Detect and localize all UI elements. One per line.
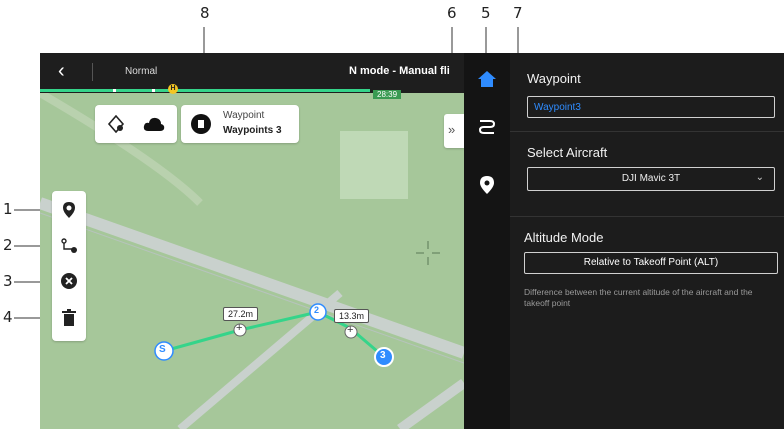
altitude-section-title: Altitude Mode [524,230,604,245]
app-screen: S 2 3 + + 27.2m 13.3m Waypoint Waypoints… [40,53,784,429]
callout-2: 2 [3,236,13,254]
callout-5: 5 [481,4,491,22]
chevron-left-icon[interactable]: ‹ [58,60,65,83]
expand-panel-button[interactable]: » [444,114,464,148]
segment1-distance: 27.2m [223,307,259,321]
double-chevron-right-icon: » [448,122,456,137]
battery-progress-fill [40,89,370,92]
aircraft-select-value: DJI Mavic 3T [621,173,681,184]
segment2-add-icon[interactable]: + [347,324,353,336]
chevron-down-icon: ⌄ [755,172,764,183]
flight-timer: 28:39 [373,90,402,99]
flight-mode-title: N mode - Manual fli [349,65,450,77]
map-view[interactable]: S 2 3 + + 27.2m 13.3m Waypoint Waypoints… [40,53,464,429]
route-start-marker[interactable]: S [159,344,166,355]
callout-4: 4 [3,308,13,326]
waypoint-2-marker[interactable]: 2 [314,305,319,315]
route-list-icon[interactable] [478,118,496,141]
delete-icon[interactable] [62,309,76,331]
flight-mode-normal[interactable]: Normal [125,66,157,77]
left-toolbar [52,191,86,341]
waypoint-name-input[interactable] [527,96,775,118]
home-icon[interactable] [477,70,497,93]
section-divider [510,131,784,132]
altitude-mode-value: Relative to Takeoff Point (ALT) [583,257,719,268]
waypoint-settings-panel: Waypoint Select Aircraft DJI Mavic 3T ⌄ … [510,53,784,429]
waypoint-section-title: Waypoint [527,71,581,86]
add-waypoint-icon[interactable] [61,201,77,224]
map-layer-tools [95,105,177,143]
tilted-layer-icon[interactable] [107,114,125,138]
callout-8: 8 [200,4,210,22]
callout-1: 1 [3,200,13,218]
top-status-bar: ‹ Normal N mode - Manual fli H 28:39 [40,53,464,99]
segment1-add-icon[interactable]: + [236,322,242,334]
callout-7: 7 [513,4,523,22]
route-file-icon [191,114,211,139]
section-divider [510,216,784,217]
cloud-icon[interactable] [143,116,165,137]
callout-6: 6 [447,4,457,22]
clear-waypoint-icon[interactable] [61,273,77,294]
altitude-mode-description: Difference between the current altitude … [524,287,753,308]
segment2-distance: 13.3m [334,309,370,323]
waypoint-3-marker[interactable]: 3 [380,350,386,361]
progress-tick-2 [152,89,155,92]
divider [92,63,93,81]
altitude-mode-button[interactable]: Relative to Takeoff Point (ALT) [524,252,778,274]
route-name: Waypoints 3 [223,125,282,136]
aircraft-select[interactable]: DJI Mavic 3T ⌄ [527,167,775,191]
reverse-route-icon[interactable] [60,237,78,260]
callout-3: 3 [3,272,13,290]
route-selector[interactable]: Waypoint Waypoints 3 [181,105,299,143]
route-label: Waypoint [223,110,265,121]
aircraft-section-title: Select Aircraft [527,145,608,160]
home-point-badge: H [168,84,178,94]
side-rail [464,53,510,429]
location-pin-icon[interactable] [479,175,495,200]
progress-tick-1 [113,89,116,92]
